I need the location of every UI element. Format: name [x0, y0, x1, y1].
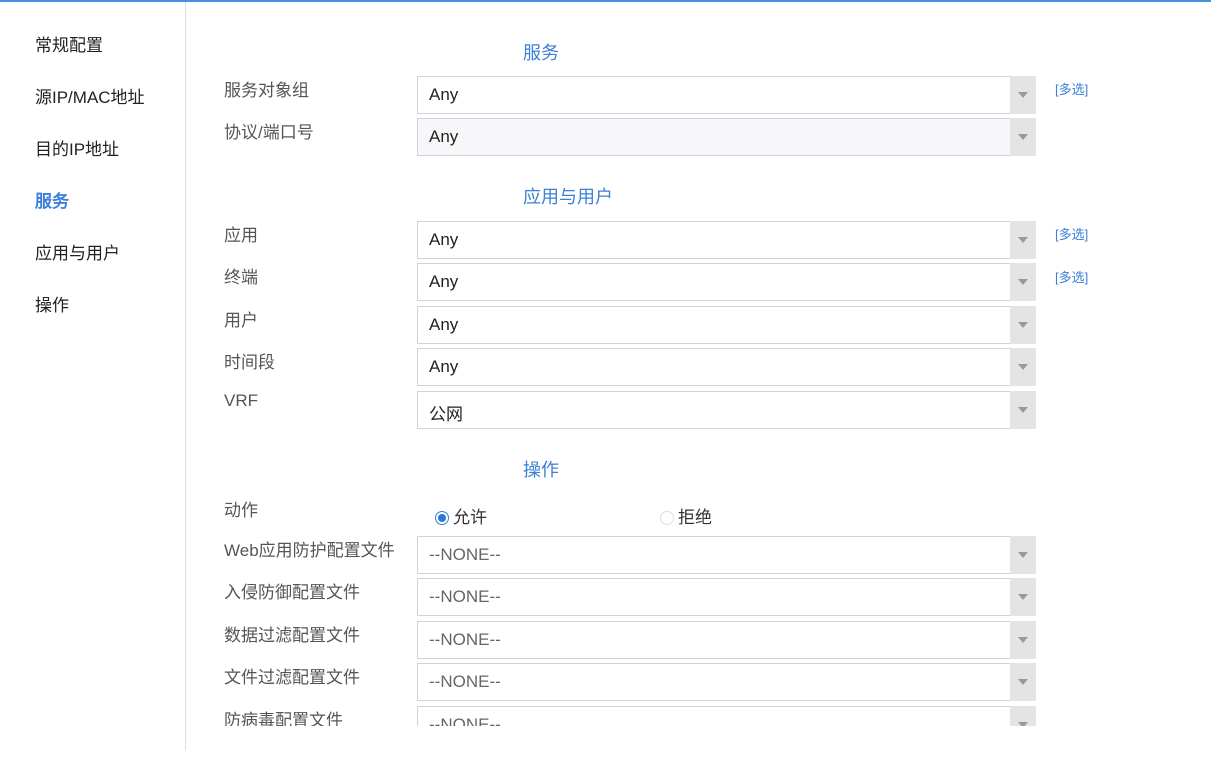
radio-unchecked-icon[interactable]	[660, 511, 674, 525]
chevron-down-icon[interactable]	[1010, 621, 1036, 659]
section-title-app-user: 应用与用户	[523, 187, 613, 207]
antivirus-profile-label: 防病毒配置文件	[224, 711, 343, 726]
chevron-down-icon[interactable]	[1010, 118, 1036, 156]
service-group-label: 服务对象组	[224, 81, 309, 100]
time-range-value: Any	[429, 357, 459, 376]
protocol-port-label: 协议/端口号	[224, 123, 314, 142]
ips-profile-label: 入侵防御配置文件	[224, 583, 360, 602]
data-filter-profile-select[interactable]: --NONE--	[417, 621, 1036, 659]
sidebar-item-app-user[interactable]: 应用与用户	[35, 239, 120, 264]
action-deny-radio[interactable]: 拒绝	[660, 503, 712, 528]
form-content: 服务 服务对象组 Any [多选] 协议/端口号 Any 应用与用户 应用 An…	[186, 2, 1211, 726]
user-select[interactable]: Any	[417, 306, 1036, 344]
ips-profile-value: --NONE--	[429, 587, 501, 606]
sidebar-item-general[interactable]: 常规配置	[35, 31, 103, 56]
vrf-select[interactable]: 公网	[417, 391, 1036, 429]
chevron-down-icon[interactable]	[1010, 76, 1036, 114]
sidebar-item-action[interactable]: 操作	[35, 291, 69, 316]
protocol-port-value: Any	[429, 127, 459, 146]
application-value: Any	[429, 230, 459, 249]
terminal-value: Any	[429, 272, 459, 291]
data-filter-profile-label: 数据过滤配置文件	[224, 626, 360, 645]
protocol-port-select[interactable]: Any	[417, 118, 1036, 156]
data-filter-profile-value: --NONE--	[429, 630, 501, 649]
chevron-down-icon[interactable]	[1010, 391, 1036, 429]
chevron-down-icon[interactable]	[1010, 306, 1036, 344]
chevron-down-icon[interactable]	[1010, 263, 1036, 301]
vrf-label: VRF	[224, 391, 258, 410]
action-deny-label: 拒绝	[678, 508, 712, 527]
vrf-value: 公网	[429, 405, 463, 424]
application-select[interactable]: Any	[417, 221, 1036, 259]
chevron-down-icon[interactable]	[1010, 706, 1036, 726]
waf-profile-select[interactable]: --NONE--	[417, 536, 1036, 574]
ips-profile-select[interactable]: --NONE--	[417, 578, 1036, 616]
waf-profile-value: --NONE--	[429, 545, 501, 564]
sidebar: 常规配置 源IP/MAC地址 目的IP地址 服务 应用与用户 操作	[0, 2, 186, 750]
chevron-down-icon[interactable]	[1010, 578, 1036, 616]
action-label: 动作	[224, 501, 258, 520]
terminal-label: 终端	[224, 268, 258, 287]
file-filter-profile-select[interactable]: --NONE--	[417, 663, 1036, 701]
antivirus-profile-value: --NONE--	[429, 715, 501, 726]
section-title-service: 服务	[523, 43, 559, 63]
service-group-value: Any	[429, 85, 459, 104]
sidebar-item-destination-ip[interactable]: 目的IP地址	[35, 135, 119, 160]
chevron-down-icon[interactable]	[1010, 221, 1036, 259]
action-allow-radio[interactable]: 允许	[435, 503, 487, 528]
chevron-down-icon[interactable]	[1010, 663, 1036, 701]
chevron-down-icon[interactable]	[1010, 536, 1036, 574]
service-group-multi-select-link[interactable]: [多选]	[1055, 79, 1088, 98]
action-allow-label: 允许	[453, 508, 487, 527]
user-value: Any	[429, 315, 459, 334]
waf-profile-label: Web应用防护配置文件	[224, 541, 395, 560]
antivirus-profile-select[interactable]: --NONE--	[417, 706, 1036, 726]
sidebar-item-service[interactable]: 服务	[35, 187, 69, 212]
application-multi-select-link[interactable]: [多选]	[1055, 224, 1088, 243]
sidebar-item-source-ip-mac[interactable]: 源IP/MAC地址	[35, 83, 145, 108]
file-filter-profile-label: 文件过滤配置文件	[224, 668, 360, 687]
terminal-multi-select-link[interactable]: [多选]	[1055, 267, 1088, 286]
chevron-down-icon[interactable]	[1010, 348, 1036, 386]
file-filter-profile-value: --NONE--	[429, 672, 501, 691]
time-range-select[interactable]: Any	[417, 348, 1036, 386]
terminal-select[interactable]: Any	[417, 263, 1036, 301]
user-label: 用户	[224, 311, 258, 330]
time-range-label: 时间段	[224, 353, 275, 372]
application-label: 应用	[224, 226, 258, 245]
section-title-action: 操作	[523, 460, 559, 480]
service-group-select[interactable]: Any	[417, 76, 1036, 114]
radio-checked-icon[interactable]	[435, 511, 449, 525]
